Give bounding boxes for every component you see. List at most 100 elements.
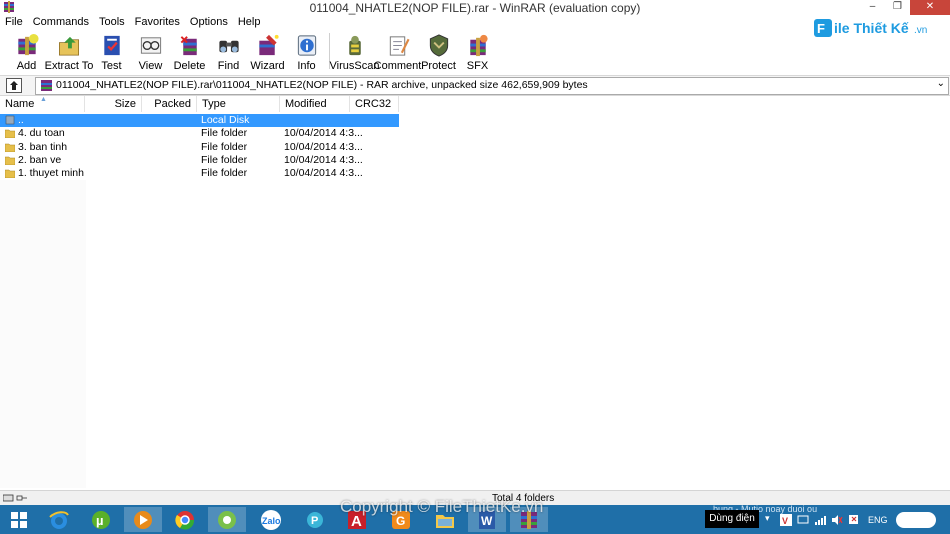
virusscan-label: VirusScan [329,60,380,72]
language-indicator[interactable]: ENG [868,515,888,525]
wizard-button[interactable]: Wizard [248,30,287,72]
wizard-icon [258,34,279,56]
file-modified: 10/04/2014 4:3... [284,167,363,180]
p-app-icon: P [307,511,323,528]
menu-file[interactable]: File [0,15,28,30]
extract-to-icon [59,36,79,56]
folder-icon [5,143,15,152]
chrome-icon [175,510,195,530]
protect-button[interactable]: Protect [419,30,458,72]
menu-tools[interactable]: Tools [94,15,130,30]
taskbar-zalo[interactable]: Zalo [252,507,290,532]
toolbar: Add Extract To Test View Delete Find Wiz… [0,30,950,72]
file-name: .. [18,114,24,126]
volume-icon[interactable] [831,514,843,526]
file-list[interactable]: .. Local Disk 4. du toan File folder 10/… [0,114,399,180]
column-crc32[interactable]: CRC32 [350,96,399,112]
file-name: 1. thuyet minh [18,167,84,180]
taskbar-media-player[interactable] [124,507,162,532]
file-row[interactable]: 1. thuyet minh File folder 10/04/2014 4:… [0,167,399,180]
file-name: 4. du toan [18,127,65,140]
folder-icon [5,169,15,179]
file-type: File folder [201,167,248,180]
taskbar-utorrent[interactable]: µ [82,507,120,532]
file-type: File folder [201,140,248,153]
tray-power-label[interactable]: Dùng điện [705,510,759,528]
up-arrow-icon [10,81,18,90]
virusscan-icon [348,35,361,56]
chevron-down-icon[interactable]: ⌄ [937,78,945,89]
sfx-button[interactable]: SFX [458,30,497,72]
menu-help[interactable]: Help [233,15,266,30]
tray-app-icon[interactable]: V [780,514,792,526]
menu-commands[interactable]: Commands [28,15,94,30]
extract-to-label: Extract To [44,60,94,72]
view-icon [140,37,161,54]
info-button[interactable]: Info [287,30,326,72]
close-button[interactable]: ✕ [910,0,950,15]
file-type: Local Disk [201,114,250,126]
sfx-icon [469,34,488,57]
taskbar-app-green[interactable] [208,507,246,532]
media-player-icon [134,510,152,529]
find-icon [218,40,239,53]
start-button[interactable] [0,507,38,532]
tray-monitor-icon[interactable] [797,514,809,526]
window-title: 011004_NHATLE2(NOP FILE).rar - WinRAR (e… [309,1,641,15]
network-icon[interactable] [814,514,826,526]
view-button[interactable]: View [131,30,170,72]
path-combobox[interactable]: 011004_NHATLE2(NOP FILE).rar\011004_NHAT… [35,77,949,95]
virusscan-button[interactable]: VirusScan [330,30,379,72]
green-app-icon [218,510,236,529]
taskbar-ie[interactable] [40,507,78,532]
find-button[interactable]: Find [209,30,248,72]
delete-icon [180,36,197,56]
taskbar-chrome[interactable] [166,507,204,532]
file-row-parent[interactable]: .. Local Disk [0,114,399,128]
folder-icon [5,156,15,165]
file-name: 2. ban ve [18,153,62,166]
menu-bar: File Commands Tools Favorites Options He… [0,15,950,30]
menu-options[interactable]: Options [185,15,233,30]
column-type[interactable]: Type [197,96,280,112]
find-label: Find [217,60,240,72]
tray-expand-icon[interactable]: ▾ [765,513,770,524]
column-packed[interactable]: Packed [142,96,197,112]
add-icon [17,33,39,56]
svg-text:P: P [311,515,318,527]
minimize-button[interactable]: – [860,0,885,15]
local-disk-icon [5,115,15,125]
flag-icon[interactable] [848,514,860,526]
restore-button[interactable]: ❐ [885,0,910,15]
test-button[interactable]: Test [92,30,131,72]
zalo-icon: Zalo [261,509,281,530]
protect-label: Protect [421,60,456,72]
address-bar: 011004_NHATLE2(NOP FILE).rar\011004_NHAT… [0,75,950,96]
clock-redacted[interactable] [896,512,936,528]
file-row[interactable]: 3. ban tinh File folder 10/04/2014 4:3..… [0,141,399,154]
column-size[interactable]: Size [85,96,142,112]
file-row[interactable]: 4. du toan File folder 10/04/2014 4:3... [0,127,399,140]
column-modified[interactable]: Modified [280,96,350,112]
drive-status-icon[interactable] [3,494,29,503]
svg-text:V: V [782,516,788,526]
up-folder-button[interactable] [6,78,22,93]
delete-button[interactable]: Delete [170,30,209,72]
comment-button[interactable]: Comment [373,30,422,72]
file-modified: 10/04/2014 4:3... [284,140,363,153]
delete-label: Delete [173,60,206,72]
sfx-label: SFX [466,60,489,72]
taskbar-app-p[interactable]: P [296,507,334,532]
test-label: Test [101,60,122,72]
svg-text:Zalo: Zalo [262,516,281,526]
comment-label: Comment [373,60,422,72]
file-type: File folder [201,153,248,166]
file-row[interactable]: 2. ban ve File folder 10/04/2014 4:3... [0,154,399,167]
add-button[interactable]: Add [7,30,46,72]
protect-icon [429,34,448,57]
menu-favorites[interactable]: Favorites [130,15,185,30]
path-text: 011004_NHATLE2(NOP FILE).rar\011004_NHAT… [56,79,588,91]
test-icon [103,35,120,56]
extract-to-button[interactable]: Extract To [44,30,94,72]
add-label: Add [16,60,37,72]
